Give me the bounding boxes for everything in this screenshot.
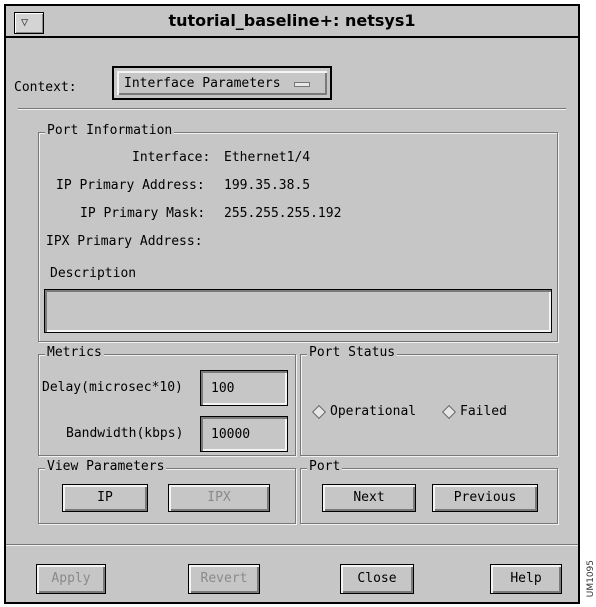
window-title: tutorial_baseline+: netsys1	[168, 11, 416, 30]
previous-button[interactable]: Previous	[432, 484, 538, 512]
bandwidth-value: 10000	[211, 427, 251, 442]
port-status-legend: Port Status	[307, 345, 398, 360]
operational-radio-icon	[311, 404, 327, 419]
title-bar: ▽ tutorial_baseline+: netsys1	[6, 6, 578, 38]
apply-button[interactable]: Apply	[36, 564, 106, 594]
ipx-button[interactable]: IPX	[168, 484, 270, 512]
interface-value: Ethernet1/4	[224, 150, 311, 165]
delay-input[interactable]: 100	[200, 370, 288, 406]
option-menu-indicator-icon	[294, 82, 310, 87]
operational-radio[interactable]: Operational	[311, 404, 417, 419]
description-label: Description	[50, 266, 137, 281]
operational-label: Operational	[330, 404, 417, 419]
close-button[interactable]: Close	[340, 564, 414, 594]
port-information-legend: Port Information	[45, 123, 175, 138]
footer-separator	[6, 544, 578, 546]
context-separator	[18, 108, 566, 110]
ip-button[interactable]: IP	[62, 484, 148, 512]
delay-label: Delay(microsec*10)	[42, 380, 183, 395]
port-legend: Port	[307, 459, 343, 474]
failed-radio[interactable]: Failed	[441, 404, 507, 419]
context-label: Context:	[14, 80, 77, 95]
ip-address-value: 199.35.38.5	[224, 178, 311, 193]
failed-label: Failed	[460, 404, 507, 419]
ip-address-label: IP Primary Address:	[56, 178, 205, 193]
interface-label: Interface:	[132, 150, 211, 165]
delay-value: 100	[211, 381, 235, 396]
next-button[interactable]: Next	[322, 484, 416, 512]
context-selected-value: Interface Parameters	[124, 76, 281, 91]
context-option-menu[interactable]: Interface Parameters	[112, 66, 332, 100]
bandwidth-input[interactable]: 10000	[200, 416, 288, 452]
view-parameters-legend: View Parameters	[45, 459, 167, 474]
failed-radio-icon	[441, 404, 457, 419]
description-field[interactable]	[44, 289, 552, 333]
metrics-legend: Metrics	[45, 345, 104, 360]
bandwidth-label: Bandwidth(kbps)	[66, 426, 184, 441]
ip-mask-label: IP Primary Mask:	[80, 206, 206, 221]
ipx-address-label: IPX Primary Address:	[46, 234, 203, 249]
help-button[interactable]: Help	[490, 564, 562, 594]
ip-mask-value: 255.255.255.192	[224, 206, 342, 221]
side-tag: UM1095	[586, 560, 596, 598]
dialog-window: ▽ tutorial_baseline+: netsys1 Context: I…	[4, 4, 580, 604]
revert-button[interactable]: Revert	[188, 564, 260, 594]
